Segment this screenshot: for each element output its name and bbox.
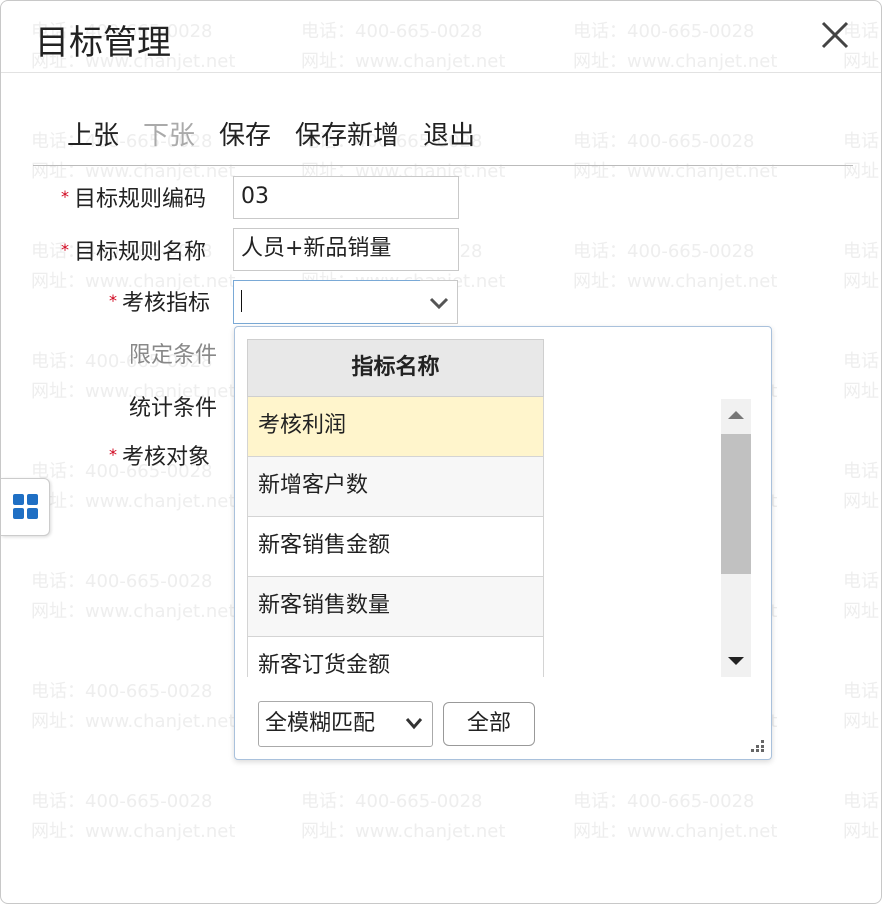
watermark-phone: 电话：400-665-0028 xyxy=(843,351,881,372)
watermark-phone: 电话：400-665-0028 xyxy=(843,791,881,812)
all-button[interactable]: 全部 xyxy=(443,702,535,746)
list-scrollbar[interactable] xyxy=(721,399,751,677)
watermark-site: 网址：www.chanjet.net xyxy=(31,601,236,622)
watermark-site: 网址：www.chanjet.net xyxy=(843,711,881,732)
watermark-site: 网址：www.chanjet.net xyxy=(573,821,778,842)
watermark-site: 网址：www.chanjet.net xyxy=(843,381,881,402)
dialog: 电话：400-665-0028 网址：www.chanjet.net 电话：400-… xyxy=(0,0,882,904)
dialog-title: 目标管理 xyxy=(35,23,171,63)
grid-icon xyxy=(13,494,38,519)
required-mark: * xyxy=(109,291,117,310)
watermark-site: 网址：www.chanjet.net xyxy=(843,161,881,182)
scroll-thumb[interactable] xyxy=(721,434,751,574)
watermark-phone: 电话：400-665-0028 xyxy=(843,131,881,152)
metric-list: 考核利润 新增客户数 新客销售金额 新客销售数量 新客订货金额 xyxy=(247,397,544,677)
list-item[interactable]: 新客订货金额 xyxy=(247,637,544,677)
watermark-site: 网址：www.chanjet.net xyxy=(301,821,506,842)
watermark-phone: 电话：400-665-0028 xyxy=(573,21,755,42)
prev-button[interactable]: 上张 xyxy=(67,115,119,152)
toolbar: 上张 下张 保存 保存新增 退出 xyxy=(67,115,499,152)
watermark-phone: 电话：400-665-0028 xyxy=(573,791,755,812)
required-mark: * xyxy=(61,187,69,206)
list-item[interactable]: 新客销售金额 xyxy=(247,517,544,577)
stat-label: 统计条件 xyxy=(129,396,218,421)
save-button[interactable]: 保存 xyxy=(219,115,271,152)
scroll-down-icon[interactable] xyxy=(721,647,751,677)
watermark-site: 网址：www.chanjet.net xyxy=(573,161,778,182)
resize-grip-icon[interactable] xyxy=(751,737,765,752)
required-mark: * xyxy=(109,445,117,464)
watermark-phone: 电话：400-665-0028 xyxy=(573,131,755,152)
target-label: * 考核对象 xyxy=(109,445,211,470)
watermark-site: 网址：www.chanjet.net xyxy=(31,711,236,732)
watermark-phone: 电话：400-665-0028 xyxy=(301,21,483,42)
watermark-phone: 电话：400-665-0028 xyxy=(573,241,755,262)
watermark-site: 网址：www.chanjet.net xyxy=(843,821,881,842)
toolbar-divider xyxy=(33,165,853,166)
chevron-down-icon xyxy=(429,297,449,310)
watermark-site: 网址：www.chanjet.net xyxy=(31,821,236,842)
metric-dropdown-popup: 指标名称 考核利润 新增客户数 新客销售金额 新客销售数量 新客订货金额 全模糊… xyxy=(234,326,772,760)
watermark-phone: 电话：400-665-0028 xyxy=(31,681,213,702)
close-icon[interactable] xyxy=(815,15,855,55)
next-button[interactable]: 下张 xyxy=(143,115,195,152)
exit-button[interactable]: 退出 xyxy=(423,115,475,152)
limit-label: 限定条件 xyxy=(129,343,218,368)
column-header: 指标名称 xyxy=(247,339,544,397)
watermark-site: 网址：www.chanjet.net xyxy=(31,491,236,512)
watermark-site: 网址：www.chanjet.net xyxy=(843,491,881,512)
watermark-site: 网址：www.chanjet.net xyxy=(843,271,881,292)
code-field[interactable]: 03 xyxy=(233,176,459,219)
watermark-phone: 电话：400-665-0028 xyxy=(31,791,213,812)
name-field[interactable]: 人员+新品销量 xyxy=(233,228,459,271)
watermark-phone: 电话：400-665-0028 xyxy=(301,791,483,812)
list-item[interactable]: 新客销售数量 xyxy=(247,577,544,637)
watermark-phone: 电话：400-665-0028 xyxy=(843,571,881,592)
watermark-phone: 电话：400-665-0028 xyxy=(31,571,213,592)
watermark-phone: 电话：400-665-0028 xyxy=(843,461,881,482)
required-mark: * xyxy=(61,240,69,259)
watermark-phone: 电话：400-665-0028 xyxy=(843,681,881,702)
match-mode-select[interactable]: 全模糊匹配 xyxy=(258,701,433,747)
watermark-site: 网址：www.chanjet.net xyxy=(843,601,881,622)
list-item[interactable]: 新增客户数 xyxy=(247,457,544,517)
chevron-down-icon xyxy=(405,718,423,730)
watermark-phone: 电话：400-665-0028 xyxy=(843,241,881,262)
list-item[interactable]: 考核利润 xyxy=(247,397,544,457)
watermark-site: 网址：www.chanjet.net xyxy=(573,271,778,292)
metric-dropdown-button[interactable] xyxy=(420,280,458,324)
scroll-up-icon[interactable] xyxy=(721,399,751,429)
name-label: * 目标规则名称 xyxy=(61,240,207,265)
text-caret xyxy=(241,290,242,312)
side-panel-toggle[interactable] xyxy=(1,478,50,536)
title-divider xyxy=(1,72,881,73)
save-new-button[interactable]: 保存新增 xyxy=(295,115,399,152)
metric-input[interactable] xyxy=(233,280,421,324)
metric-label: * 考核指标 xyxy=(109,291,211,316)
code-label: * 目标规则编码 xyxy=(61,187,207,212)
